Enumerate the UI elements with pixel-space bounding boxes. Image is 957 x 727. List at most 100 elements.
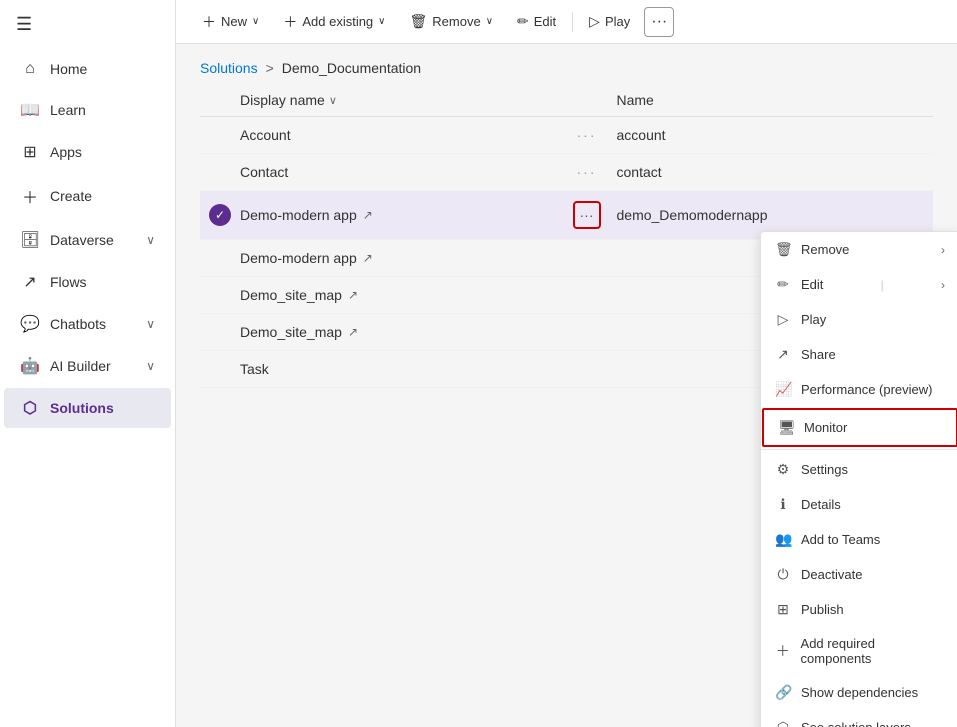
table-row[interactable]: Contact ··· contact [200,154,933,191]
sidebar-item-label: Solutions [50,400,155,416]
menu-item-label: Add required components [801,636,945,666]
ai-builder-icon: 🤖 [20,356,40,376]
learn-icon: 📖 [20,100,40,120]
menu-item-label: Play [801,312,826,327]
menu-item-remove[interactable]: 🗑 Remove › [761,232,957,267]
sidebar: ☰ ⌂ Home 📖 Learn ⊞ Apps ＋ Create 🗄 Datav… [0,0,176,727]
dots-icon: ··· [580,207,594,223]
header-display-name[interactable]: Display name ∨ [240,92,557,108]
row-checkbox[interactable]: ✓ [200,204,240,226]
sidebar-item-apps[interactable]: ⊞ Apps [4,132,171,172]
performance-icon: 📈 [775,381,791,398]
chevron-down-icon: ∨ [146,317,155,331]
table-row[interactable]: Account ··· account [200,117,933,154]
sidebar-item-dataverse[interactable]: 🗄 Dataverse ∨ [4,220,171,260]
menu-item-deactivate[interactable]: ⏻ Deactivate [761,557,957,592]
chevron-right-icon: › [941,278,945,292]
row-name-value: contact [617,164,934,180]
publish-icon: ⊞ [775,601,791,618]
more-button[interactable]: ··· [644,7,674,37]
chevron-down-icon: ∨ [146,233,155,247]
menu-item-show-dependencies[interactable]: 🔗 Show dependencies [761,675,957,710]
menu-item-label: Edit [801,277,823,292]
new-button[interactable]: ＋ New ∨ [192,7,269,37]
sidebar-item-home[interactable]: ⌂ Home [4,50,171,88]
breadcrumb-solutions[interactable]: Solutions [200,60,258,76]
remove-button[interactable]: 🗑 Remove ∨ [400,8,504,35]
sidebar-item-label: Apps [50,144,155,160]
sidebar-item-label: Learn [50,102,155,118]
breadcrumb: Solutions > Demo_Documentation [176,44,957,84]
flows-icon: ↗ [20,272,40,292]
external-link-icon: ↗ [348,288,358,302]
sidebar-item-label: Home [50,61,155,77]
solutions-icon: ⬡ [20,398,40,418]
edit-label: Edit [534,14,556,29]
menu-item-see-solution-layers[interactable]: ⬡ See solution layers [761,710,957,727]
row-name-value: demo_Demomodernapp [617,207,934,223]
hamburger-menu[interactable]: ☰ [0,0,175,49]
row-display-name: Demo-modern app ↗ [240,250,557,266]
sidebar-item-learn[interactable]: 📖 Learn [4,90,171,130]
chevron-down-icon: ∨ [252,16,259,27]
table-header: Display name ∨ Name [200,84,933,117]
row-dots-col: ··· [557,164,617,180]
add-existing-button[interactable]: ＋ Add existing ∨ [273,7,395,37]
row-display-name: Contact [240,164,557,180]
edit-icon: ✏ [775,276,791,293]
sidebar-item-chatbots[interactable]: 💬 Chatbots ∨ [4,304,171,344]
menu-item-monitor[interactable]: 🖥 Monitor [762,408,957,447]
sidebar-item-solutions[interactable]: ⬡ Solutions [4,388,171,428]
menu-item-label: See solution layers [801,720,911,727]
row-display-name: Account [240,127,557,143]
remove-label: Remove [432,14,480,29]
menu-item-add-required[interactable]: ＋ Add required components [761,627,957,675]
chevron-down-icon: ∨ [378,16,385,27]
chevron-down-icon: ∨ [486,16,493,27]
menu-item-label: Publish [801,602,844,617]
menu-divider [761,449,957,450]
sidebar-item-create[interactable]: ＋ Create [4,174,171,218]
row-display-name: Task [240,361,557,377]
menu-item-edit[interactable]: ✏ Edit | › [761,267,957,302]
menu-item-performance[interactable]: 📈 Performance (preview) [761,372,957,407]
edit-button[interactable]: ✏ Edit [507,8,566,35]
sidebar-item-label: Create [50,188,155,204]
play-icon: ▷ [589,13,600,30]
monitor-icon: 🖥 [778,419,794,436]
external-link-icon: ↗ [363,251,373,265]
menu-item-label: Deactivate [801,567,862,582]
header-dots-col [557,92,617,108]
selected-indicator: ✓ [209,204,231,226]
external-link-icon: ↗ [363,208,373,222]
row-more-button[interactable]: ··· [573,201,601,229]
menu-item-label: Settings [801,462,848,477]
sidebar-item-ai-builder[interactable]: 🤖 AI Builder ∨ [4,346,171,386]
info-icon: ℹ [775,496,791,513]
chatbots-icon: 💬 [20,314,40,334]
menu-item-label: Performance (preview) [801,382,933,397]
sidebar-item-label: Chatbots [50,316,136,332]
sidebar-item-label: Dataverse [50,232,136,248]
breadcrumb-separator: > [266,60,274,76]
menu-item-add-to-teams[interactable]: 👥 Add to Teams [761,522,957,557]
teams-icon: 👥 [775,531,791,548]
row-dots-col[interactable]: ··· [557,201,617,229]
new-label: New [221,14,247,29]
menu-item-publish[interactable]: ⊞ Publish [761,592,957,627]
play-button[interactable]: ▷ Play [579,8,640,35]
layers-icon: ⬡ [775,719,791,727]
more-icon: ··· [651,13,667,31]
menu-item-settings[interactable]: ⚙ Settings [761,452,957,487]
menu-item-play[interactable]: ▷ Play [761,302,957,337]
table-row[interactable]: ✓ Demo-modern app ↗ ··· demo_Demomoderna… [200,191,933,240]
chevron-right-icon: › [941,243,945,257]
play-icon: ▷ [775,311,791,328]
plus-icon: ＋ [202,12,216,32]
chevron-down-icon: ∨ [146,359,155,373]
sidebar-item-flows[interactable]: ↗ Flows [4,262,171,302]
menu-item-label: Share [801,347,836,362]
menu-item-details[interactable]: ℹ Details [761,487,957,522]
menu-item-share[interactable]: ↗ Share [761,337,957,372]
table-container: Display name ∨ Name Account ··· account … [176,84,957,727]
